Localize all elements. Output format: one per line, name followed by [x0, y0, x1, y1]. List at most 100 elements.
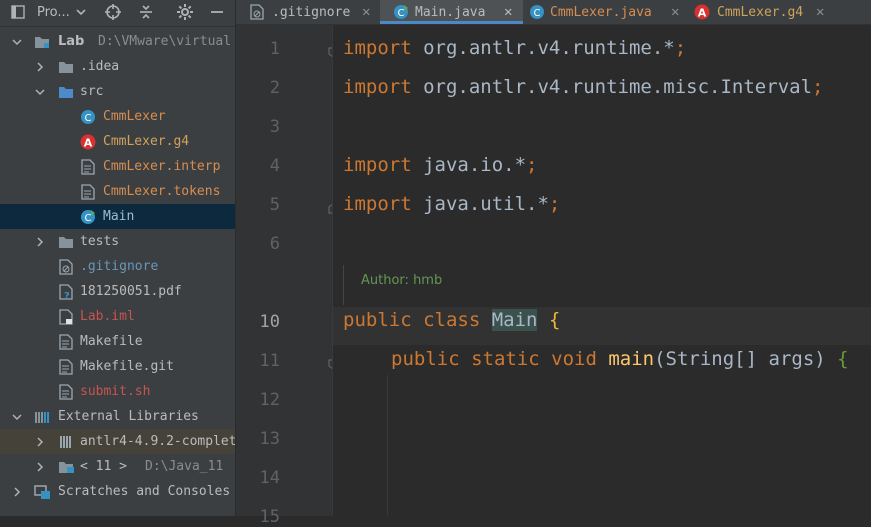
- code-text: org.antlr.v4.runtime.*: [411, 37, 675, 59]
- library-icon: [34, 409, 50, 425]
- minimize-icon[interactable]: [210, 0, 224, 24]
- chevron-down-icon[interactable]: [11, 411, 23, 423]
- tree-item-label: Makefile: [80, 334, 143, 349]
- close-icon[interactable]: ✕: [504, 0, 512, 24]
- close-icon[interactable]: ✕: [816, 0, 824, 24]
- jdk-folder-icon: [58, 459, 74, 475]
- text-file-icon: [80, 183, 96, 200]
- unknown-file-icon: ?: [58, 283, 74, 300]
- semicolon: ;: [812, 76, 824, 98]
- tab-main-java[interactable]: C Main.java: [380, 0, 523, 24]
- ignore-file-icon: [58, 258, 74, 275]
- tree-item-external-libraries[interactable]: External Libraries: [0, 404, 235, 429]
- chevron-right-icon[interactable]: [34, 461, 46, 473]
- chevron-right-icon[interactable]: [34, 236, 46, 248]
- tree-item-cmmlexer-interp[interactable]: CmmLexer.interp: [0, 154, 235, 179]
- code-line-2: import org.antlr.v4.runtime.misc.Interva…: [343, 76, 823, 98]
- line-number: 5: [269, 195, 280, 215]
- tab-label: CmmLexer.g4: [717, 4, 804, 20]
- tab-gitignore[interactable]: .gitignore: [236, 0, 380, 24]
- line-number: 14: [259, 468, 280, 488]
- code-editor[interactable]: import org.antlr.v4.runtime.*; import or…: [333, 25, 871, 516]
- close-icon[interactable]: ✕: [362, 0, 370, 24]
- tab-label: CmmLexer.java: [550, 4, 652, 20]
- module-file-icon: [58, 308, 74, 325]
- svg-text:?: ?: [64, 291, 70, 300]
- indent-guide: [387, 375, 388, 516]
- tree-item-makefile[interactable]: Makefile: [0, 329, 235, 354]
- line-number: 11: [259, 351, 280, 371]
- tab-label: Main.java: [415, 4, 486, 20]
- tree-item-src[interactable]: src: [0, 79, 235, 104]
- tree-item-tests[interactable]: tests: [0, 229, 235, 254]
- project-view-icon[interactable]: [11, 0, 25, 24]
- code-line-11: public static void main(String[] args) {: [391, 348, 849, 370]
- tree-item-label: CmmLexer.g4: [103, 134, 190, 149]
- tree-item-label: Main: [103, 209, 135, 224]
- java-class-icon: C: [80, 109, 96, 125]
- chevron-down-icon[interactable]: [76, 0, 86, 24]
- tree-item-cmmlexer-g4[interactable]: A CmmLexer.g4: [0, 129, 235, 154]
- tree-item-cmmlexer-tokens[interactable]: CmmLexer.tokens: [0, 179, 235, 204]
- project-toolbar: Pro...: [0, 0, 235, 27]
- tree-item-label: 181250051.pdf: [80, 284, 182, 299]
- line-number: 12: [259, 390, 280, 410]
- tree-item-scratches[interactable]: Scratches and Consoles: [0, 479, 235, 504]
- class-name[interactable]: Main: [491, 309, 538, 331]
- tab-cmmlexer-java[interactable]: C CmmLexer.java: [523, 0, 690, 24]
- tree-item-submit-sh[interactable]: submit.sh: [0, 379, 235, 404]
- semicolon: ;: [526, 154, 538, 176]
- author-label: Author:: [361, 273, 409, 288]
- inlay-hint-guide: [343, 265, 344, 305]
- code-line-5: import java.util.*;: [343, 193, 560, 215]
- tree-item-label: .gitignore: [80, 259, 159, 274]
- close-icon[interactable]: ✕: [671, 0, 679, 24]
- tree-item-cmmlexer[interactable]: C CmmLexer: [0, 104, 235, 129]
- collapse-all-icon[interactable]: [138, 0, 154, 24]
- tab-cmmlexer-g4[interactable]: A CmmLexer.g4: [690, 0, 830, 24]
- gear-icon[interactable]: [176, 0, 194, 24]
- brace: {: [837, 348, 849, 370]
- antlr-icon: A: [694, 4, 710, 24]
- chevron-right-icon[interactable]: [11, 486, 23, 498]
- project-view-title[interactable]: Pro...: [37, 0, 70, 24]
- tree-item-makefile-git[interactable]: Makefile.git: [0, 354, 235, 379]
- tree-item-label: submit.sh: [80, 384, 151, 399]
- line-number: 2: [269, 78, 280, 98]
- tree-item-jdk[interactable]: < 11 > D:\Java_11: [0, 454, 235, 479]
- tree-item-idea[interactable]: .idea: [0, 54, 235, 79]
- chevron-right-icon[interactable]: [34, 436, 46, 448]
- tree-item-antlr-jar[interactable]: antlr4-4.9.2-complet: [0, 429, 235, 454]
- code-line-10: public class Main {: [343, 309, 560, 331]
- tree-item-label: Lab: [58, 34, 85, 49]
- tree-item-path: D:\VMware\virtual: [98, 34, 232, 49]
- chevron-down-icon[interactable]: [34, 86, 46, 98]
- line-number: 15: [259, 507, 280, 527]
- keyword: import: [343, 37, 412, 59]
- svg-text:C: C: [534, 8, 541, 19]
- tree-item-label: CmmLexer: [103, 109, 166, 124]
- locate-icon[interactable]: [104, 0, 122, 24]
- keyword: import: [343, 76, 412, 98]
- tree-item-label: External Libraries: [58, 409, 199, 424]
- line-number: 3: [269, 117, 280, 137]
- code-text: (String[] args): [654, 348, 838, 370]
- tree-item-path: D:\Java_11: [145, 459, 224, 474]
- tree-item-lab[interactable]: Lab D:\VMware\virtual: [0, 29, 235, 54]
- chevron-right-icon[interactable]: [34, 61, 46, 73]
- tree-item-gitignore[interactable]: .gitignore: [0, 254, 235, 279]
- tree-item-lab-iml[interactable]: Lab.iml: [0, 304, 235, 329]
- author-inlay-hint[interactable]: Author: hmb: [361, 273, 442, 288]
- line-number: 4: [269, 156, 280, 176]
- code-line-1: import org.antlr.v4.runtime.*;: [343, 37, 686, 59]
- code-text: java.util.*: [411, 193, 549, 215]
- tree-item-pdf[interactable]: ? 181250051.pdf: [0, 279, 235, 304]
- chevron-down-icon[interactable]: [11, 36, 23, 48]
- java-main-class-icon: C: [80, 209, 96, 225]
- semicolon: ;: [548, 193, 561, 215]
- tree-item-main[interactable]: C Main: [0, 204, 235, 229]
- tree-item-label: tests: [80, 234, 120, 249]
- code-text: org.antlr.v4.runtime.misc.Interval: [411, 76, 813, 98]
- method-name: main: [608, 348, 655, 370]
- svg-text:A: A: [84, 136, 93, 149]
